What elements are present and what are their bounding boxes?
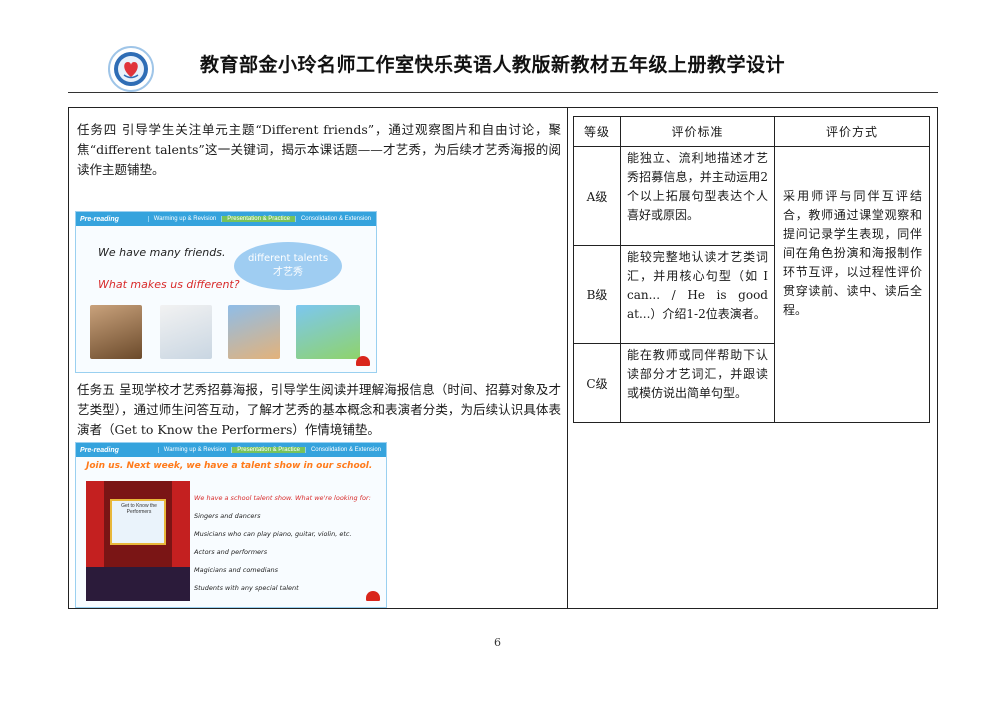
header-criteria: 评价标准 (620, 116, 775, 147)
grade-c: C级 (573, 343, 621, 423)
studio-seal-logo (108, 46, 154, 92)
cloud-text-cn: 才艺秀 (273, 267, 303, 278)
nav-step-warming: Warming up & Revision (157, 447, 231, 453)
criteria-a: 能独立、流利地描述才艺秀招募信息，并主动运用2个以上拓展句型表达个人喜好或原因。 (620, 146, 775, 246)
slide-line-friends: We have many friends. (98, 246, 226, 259)
stage-audience (86, 567, 190, 601)
poster-looking-for-list: We have a school talent show. What we're… (194, 489, 384, 597)
evaluation-method: 采用师评与同伴互评结合，教师通过课堂观察和提问记录学生表现，同伴间在角色扮演和海… (774, 146, 930, 423)
header-method: 评价方式 (774, 116, 930, 147)
criteria-b: 能较完整地认读才艺类词汇，并用核心句型（如 I can... / He is g… (620, 245, 775, 344)
talents-cloud: different talents 才艺秀 (234, 242, 342, 290)
grade-a: A级 (573, 146, 621, 246)
slide-nav-bar: Pre-reading Warming up & Revision Presen… (76, 212, 376, 226)
table-row: A级 能独立、流利地描述才艺秀招募信息，并主动运用2个以上拓展句型表达个人喜好或… (573, 146, 930, 423)
task-four-text: 任务四 引导学生关注单元主题“Different friends”，通过观察图片… (77, 122, 561, 177)
grade-b: B级 (573, 245, 621, 344)
photo-piano (90, 305, 142, 359)
slide-talent-show-poster: Pre-reading Warming up & Revision Presen… (75, 442, 387, 608)
slide-different-friends: Pre-reading Warming up & Revision Presen… (75, 211, 377, 373)
nav-step-warming: Warming up & Revision (147, 216, 221, 222)
list-item: Actors and performers (194, 548, 268, 556)
list-item: Singers and dancers (194, 512, 261, 520)
lesson-frame: 任务四 引导学生关注单元主题“Different friends”，通过观察图片… (68, 107, 938, 609)
poster-lead-line: We have a school talent show. What we're… (194, 494, 371, 502)
nav-step-consolidation: Consolidation & Extension (304, 447, 386, 453)
evaluation-rubric-table: 等级 评价标准 评价方式 A级 能独立、流利地描述才艺秀招募信息，并主动运用2个… (573, 116, 930, 423)
nav-step-presentation: Presentation & Practice (221, 216, 295, 222)
nav-stage-label: Pre-reading (80, 215, 119, 223)
slide-nav-bar: Pre-reading Warming up & Revision Presen… (76, 443, 386, 457)
decor-fan-icon (356, 356, 370, 366)
decor-fan-icon (366, 591, 380, 601)
photo-playground (296, 305, 360, 359)
task-five-text: 任务五 呈现学校才艺秀招募海报，引导学生阅读并理解海报信息（时间、招募对象及才艺… (77, 382, 561, 437)
list-item: Musicians who can play piano, guitar, vi… (194, 530, 352, 538)
criteria-c: 能在教师或同伴帮助下认读部分才艺词汇，并跟读或模仿说出简单句型。 (620, 343, 775, 423)
nav-step-presentation: Presentation & Practice (231, 447, 305, 453)
nav-step-consolidation: Consolidation & Extension (294, 216, 376, 222)
stage-screen: Get to Know the Performers (110, 499, 166, 545)
photo-chess (228, 305, 280, 359)
list-item: Students with any special talent (194, 584, 299, 592)
cloud-text-en: different talents (247, 253, 329, 264)
page-number: 6 (494, 636, 501, 649)
poster-headline: Join us. Next week, we have a talent sho… (86, 461, 373, 471)
stage-illustration: Get to Know the Performers (86, 481, 190, 601)
stage-screen-title: Get to Know the Performers (121, 503, 157, 515)
document-title: 教育部金小玲名师工作室快乐英语人教版新教材五年级上册教学设计 (200, 54, 786, 76)
photo-robot (160, 305, 212, 359)
header-rule (68, 92, 938, 93)
header-grade: 等级 (573, 116, 621, 147)
rubric-header-row: 等级 评价标准 评价方式 (573, 116, 930, 147)
list-item: Magicians and comedians (194, 566, 279, 574)
evaluation-column: 等级 评价标准 评价方式 A级 能独立、流利地描述才艺秀招募信息，并主动运用2个… (567, 108, 939, 608)
nav-stage-label: Pre-reading (80, 446, 119, 454)
slide-line-question: What makes us different? (98, 278, 240, 291)
